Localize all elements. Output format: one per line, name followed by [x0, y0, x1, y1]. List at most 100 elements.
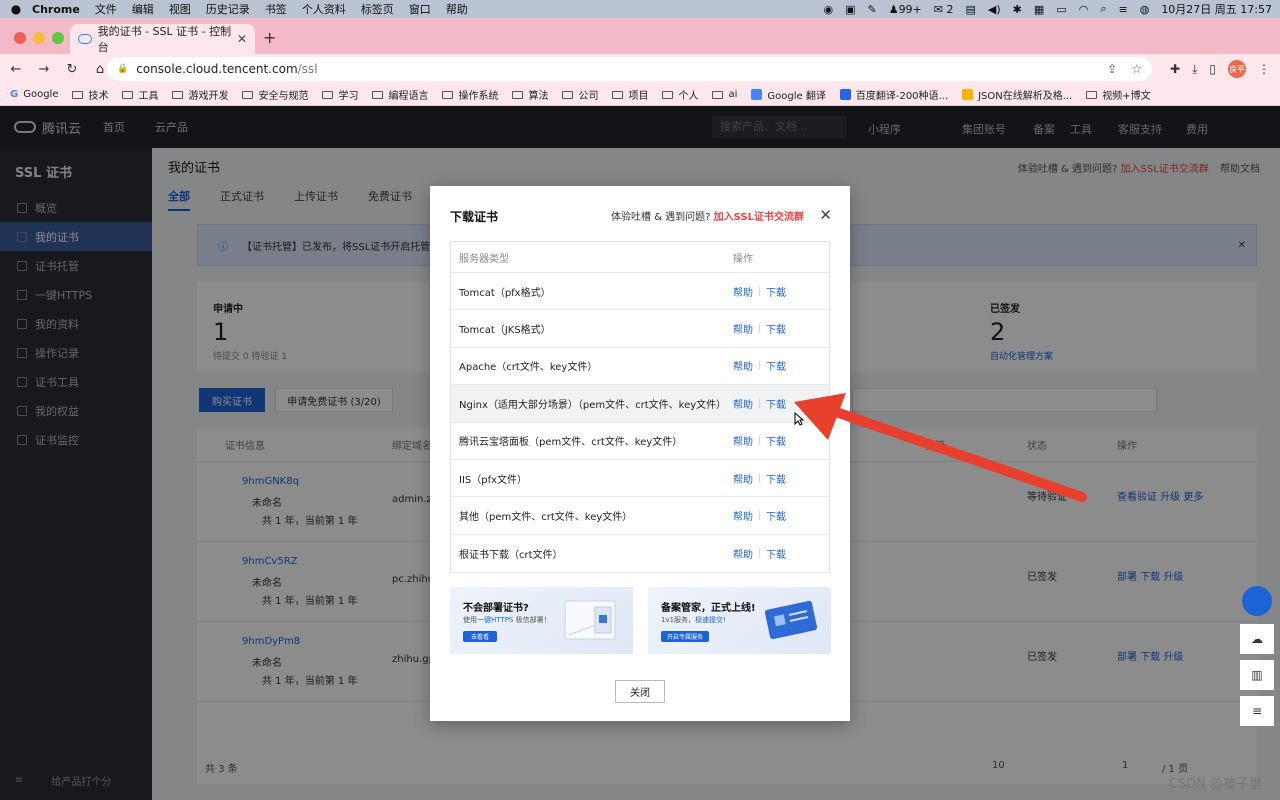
menu-item-tabs[interactable]: 标签页	[361, 1, 394, 17]
app-icon[interactable]: ▦	[1034, 3, 1044, 16]
help-link[interactable]: 帮助	[733, 321, 753, 336]
deploy-help-banner[interactable]: 不会部署证书? 使用一键HTTPS 极信部署！ 去看看	[450, 587, 633, 654]
bookmark-google-translate[interactable]: Google 翻译	[751, 87, 826, 102]
bookmark-folder[interactable]: 公司	[562, 87, 598, 102]
bookmark-folder[interactable]: 学习	[322, 87, 358, 102]
menu-item-profile[interactable]: 个人资料	[302, 1, 346, 17]
banner-button[interactable]: 开启专属服务	[661, 631, 709, 642]
bookmark-folder[interactable]: 游戏开发	[172, 87, 228, 102]
download-link[interactable]: 下载	[766, 321, 786, 336]
folder-icon	[1086, 90, 1098, 99]
help-link[interactable]: 帮助	[733, 396, 753, 411]
wechat-icon[interactable]: ✉ 2	[934, 3, 954, 16]
support-float-button[interactable]	[1242, 586, 1272, 616]
control-center-icon[interactable]: ≡	[1118, 3, 1127, 16]
folder-icon	[442, 90, 454, 99]
help-link[interactable]: 帮助	[733, 546, 753, 561]
menu-item-window[interactable]: 窗口	[409, 1, 431, 17]
share-icon[interactable]: ⇪	[1107, 62, 1117, 76]
bookmark-folder[interactable]: 项目	[612, 87, 648, 102]
extensions-icon[interactable]: ✚	[1170, 62, 1180, 76]
pen-icon[interactable]: ✎	[867, 3, 876, 16]
help-link[interactable]: 帮助	[733, 358, 753, 373]
beian-banner[interactable]: 备案管家，正式上线! 1v1服务，极速提交! 开启专属服务	[648, 587, 831, 654]
apple-icon[interactable]: ●	[0, 2, 32, 16]
server-type-name: 其他（pem文件、crt文件、key文件）	[459, 512, 633, 524]
siri-icon[interactable]: ◍	[1140, 3, 1150, 16]
menu-item-history[interactable]: 历史记录	[206, 1, 250, 17]
volume-icon[interactable]: ◀)	[988, 3, 1001, 16]
separator: |	[758, 435, 762, 447]
folder-icon	[322, 90, 334, 99]
help-link[interactable]: 帮助	[733, 508, 753, 523]
help-link[interactable]: 帮助	[733, 433, 753, 448]
bookmark-label: 游戏开发	[188, 91, 229, 102]
cloud-float-icon[interactable]: ☁	[1240, 624, 1274, 654]
address-bar[interactable]: 🔒 console.cloud.tencent.com/ssl ⇪ ☆	[107, 57, 1152, 81]
help-link[interactable]: 帮助	[733, 471, 753, 486]
download-link[interactable]: 下载	[766, 284, 786, 299]
bluetooth-icon[interactable]: ✱	[1013, 3, 1022, 16]
profile-avatar[interactable]: 良平	[1228, 60, 1246, 78]
close-icon[interactable]: ✕	[819, 206, 832, 224]
download-link[interactable]: 下载	[766, 471, 786, 486]
reload-icon[interactable]: ↻	[60, 62, 84, 77]
more-menu-icon[interactable]: ⋮	[1258, 62, 1270, 76]
close-window-button[interactable]	[14, 32, 26, 44]
search-icon[interactable]: ⌕	[1100, 2, 1106, 16]
download-link[interactable]: 下载	[766, 433, 786, 448]
banner-button[interactable]: 去看看	[463, 631, 497, 642]
screen-icon[interactable]: ▣	[845, 3, 855, 16]
folder-icon	[562, 90, 574, 99]
menubar-clock[interactable]: 10月27日 周五 17:57	[1161, 1, 1272, 17]
bookmark-baidu-translate[interactable]: 百度翻译-200种语...	[839, 87, 948, 102]
bookmark-json[interactable]: JSON在线解析及格...	[962, 87, 1072, 102]
bookmark-star-icon[interactable]: ☆	[1131, 62, 1142, 76]
download-link[interactable]: 下载	[766, 358, 786, 373]
menu-app-name[interactable]: Chrome	[32, 3, 80, 16]
download-link[interactable]: 下载	[766, 508, 786, 523]
menu-item-view[interactable]: 视图	[169, 1, 191, 17]
bookmark-folder[interactable]: 工具	[122, 87, 158, 102]
bookmark-folder[interactable]: 编程语言	[372, 87, 428, 102]
help-link[interactable]: 帮助	[733, 284, 753, 299]
menu-item-help[interactable]: 帮助	[446, 1, 468, 17]
join-group-link[interactable]: 加入SSL证书交流群	[714, 212, 804, 223]
qq-icon[interactable]: ♟99+	[889, 3, 922, 16]
bookmark-folder[interactable]: 技术	[72, 87, 108, 102]
lock-icon[interactable]: 🔒	[117, 64, 128, 74]
record-icon[interactable]: ◉	[823, 3, 833, 16]
menu-item-file[interactable]: 文件	[95, 1, 117, 17]
download-link[interactable]: 下载	[766, 546, 786, 561]
browser-tab-active[interactable]: 我的证书 - SSL 证书 - 控制台 ✕	[70, 24, 255, 54]
wifi-icon[interactable]: ◠	[1079, 3, 1089, 16]
bookmark-label: JSON在线解析及格...	[978, 91, 1073, 102]
list-float-icon[interactable]: ≡	[1240, 696, 1274, 726]
nginx-download-link[interactable]: 下载	[766, 396, 786, 411]
download-icon[interactable]: ⤓	[1192, 62, 1197, 77]
mouse-cursor-icon	[794, 412, 804, 426]
close-dialog-button[interactable]: 关闭	[615, 680, 665, 703]
bookmark-label: 项目	[628, 91, 649, 102]
bookmark-folder[interactable]: 安全与规范	[242, 87, 308, 102]
zoom-window-button[interactable]	[52, 32, 64, 44]
close-tab-icon[interactable]: ✕	[237, 32, 247, 46]
forward-icon[interactable]: →	[32, 62, 56, 77]
menu-item-bookmarks[interactable]: 书签	[265, 1, 287, 17]
menu-item-edit[interactable]: 编辑	[132, 1, 154, 17]
book-float-icon[interactable]: ▥	[1240, 660, 1274, 690]
notification-icon[interactable]: ▤	[966, 3, 976, 16]
bookmark-folder[interactable]: 个人	[662, 87, 698, 102]
macos-menubar: ● Chrome 文件 编辑 视图 历史记录 书签 个人资料 标签页 窗口 帮助…	[0, 0, 1280, 18]
bookmark-folder[interactable]: 算法	[512, 87, 548, 102]
bookmark-folder[interactable]: 操作系统	[442, 87, 498, 102]
bookmark-folder[interactable]: 视频+博文	[1086, 87, 1151, 102]
sidepanel-icon[interactable]: ▯	[1209, 62, 1216, 76]
back-icon[interactable]: ←	[4, 62, 28, 77]
new-tab-icon[interactable]: +	[263, 28, 276, 47]
bookmark-folder[interactable]: ai	[712, 89, 737, 100]
battery-icon[interactable]: ▭	[1056, 3, 1066, 16]
download-cert-dialog: 下载证书 体验吐槽 & 遇到问题? 加入SSL证书交流群 ✕ 服务器类型 操作 …	[430, 186, 850, 721]
minimize-window-button[interactable]	[33, 32, 45, 44]
bookmark-google[interactable]: G Google	[10, 89, 58, 100]
